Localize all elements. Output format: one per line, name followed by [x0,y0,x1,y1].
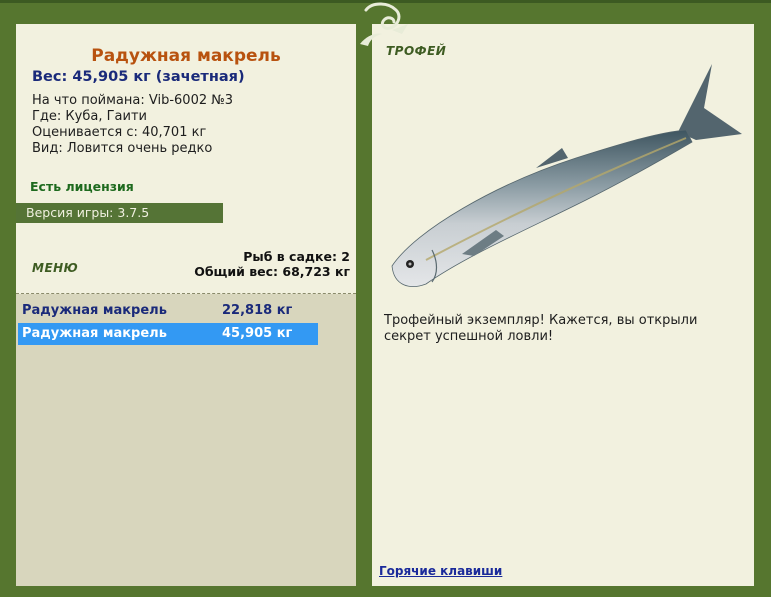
game-logo-icon [360,2,408,46]
fish-weight: Вес: 45,905 кг (зачетная) [32,69,245,85]
valued-from: Оценивается с: 40,701 кг [32,125,207,140]
fish-title: Радужная макрель [91,46,281,66]
caught-with: На что поймана: Vib-6002 №3 [32,93,234,108]
fish-info-panel: Радужная макрель Вес: 45,905 кг (зачетна… [16,24,356,586]
divider [16,293,356,294]
catch-list-row[interactable]: Радужная макрель 45,905 кг [18,323,318,345]
fish-type: Вид: Ловится очень редко [32,141,213,156]
license-status: Есть лицензия [30,179,134,194]
catch-fish-weight: 45,905 кг [222,326,293,341]
mackerel-image [391,64,742,287]
menu-button[interactable]: МЕНЮ [32,261,78,275]
version-label: Версия игры: 3.7.5 [26,205,150,220]
version-bar: Версия игры: 3.7.5 [16,203,223,223]
catch-list-area: Радужная макрель 22,818 кг Радужная макрел… [16,294,356,586]
catch-list-row[interactable]: Радужная макрель 22,818 кг [18,300,318,322]
total-weight: Общий вес: 68,723 кг [194,264,350,279]
trophy-description: Трофейный экземпляр! Кажется, вы открыли… [384,313,698,344]
cage-count: Рыб в садке: 2 [243,249,350,264]
cage-stats: Рыб в садке: 2 Общий вес: 68,723 кг [194,249,350,279]
hotkeys-link[interactable]: Горячие клавиши [379,564,502,578]
location: Где: Куба, Гаити [32,109,147,124]
catch-fish-name: Радужная макрель [22,326,167,341]
catch-fish-weight: 22,818 кг [222,303,293,318]
catch-fish-name: Радужная макрель [22,303,167,318]
trophy-panel: ТРОФЕЙ Трофейный экземпляр! Кажется, вы … [372,24,754,586]
trophy-title: ТРОФЕЙ [386,44,447,58]
